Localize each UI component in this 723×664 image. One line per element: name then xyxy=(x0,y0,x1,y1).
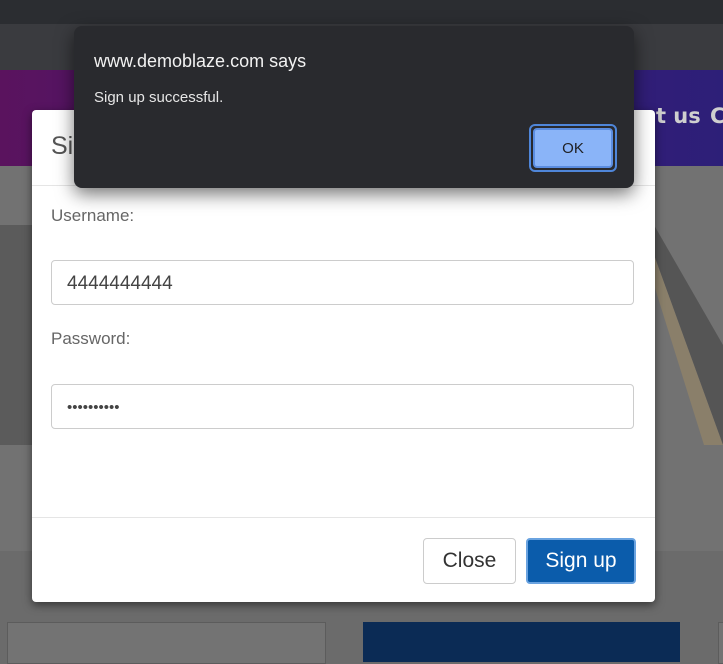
modal-footer: Close Sign up xyxy=(32,517,655,603)
product-card[interactable] xyxy=(718,622,723,664)
close-button[interactable]: Close xyxy=(423,538,516,584)
alert-dialog: www.demoblaze.com says Sign up successfu… xyxy=(74,26,634,188)
username-input[interactable]: 4444444444 xyxy=(51,260,634,305)
alert-origin-text: www.demoblaze.com says xyxy=(94,51,307,71)
laptop-image-right xyxy=(654,225,723,445)
browser-top-bar xyxy=(0,0,723,24)
alert-message: Sign up successful. xyxy=(94,89,224,106)
signup-button[interactable]: Sign up xyxy=(526,538,636,584)
nav-link-cart[interactable]: C xyxy=(710,104,723,128)
product-card[interactable] xyxy=(7,622,326,664)
ok-button[interactable]: OK xyxy=(533,128,613,168)
password-label: Password: xyxy=(51,329,131,348)
product-card[interactable] xyxy=(363,622,680,662)
password-input[interactable]: •••••••••• xyxy=(51,384,634,429)
username-label: Username: xyxy=(51,206,135,225)
